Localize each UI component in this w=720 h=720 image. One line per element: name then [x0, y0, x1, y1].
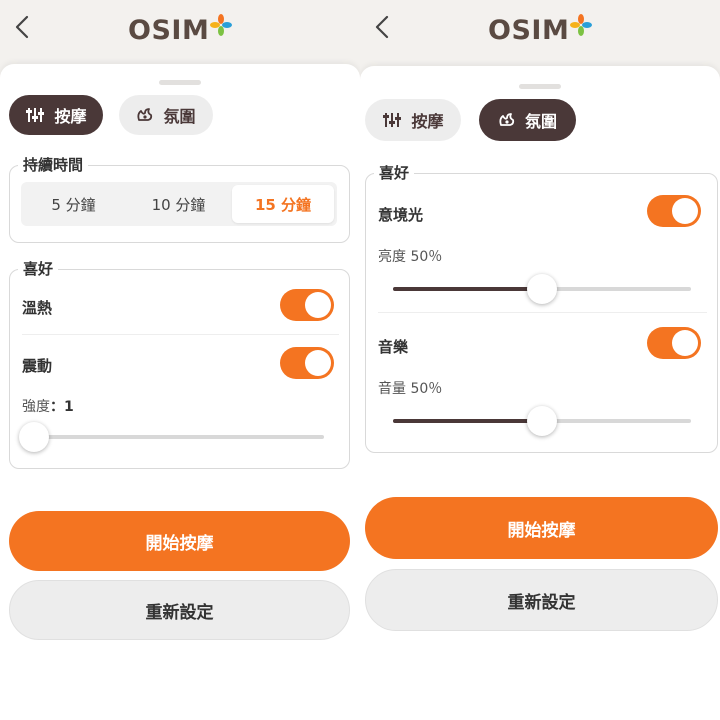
atmosphere-icon: [136, 107, 154, 123]
osim-logo: OSIM: [488, 14, 593, 46]
intensity-label: 強度: [22, 399, 50, 415]
intensity-slider-track: [34, 435, 324, 439]
brightness-slider-thumb[interactable]: [527, 274, 557, 304]
bottom-sheet: 按摩 氛圍 喜好 意境光 亮度 50％ 音樂 音量 50％ 開始按摩 重新設定: [360, 66, 720, 720]
intensity-separator: ：: [50, 399, 64, 415]
bottom-sheet: 按摩 氛圍 持續時間 5 分鐘 10 分鐘 15 分鐘 喜好 溫熱 震動 強度：…: [0, 64, 360, 720]
vibration-toggle[interactable]: [280, 347, 334, 379]
ambient-light-label: 意境光: [378, 206, 424, 224]
logo-text: OSIM: [488, 14, 570, 46]
atmosphere-icon: [498, 112, 516, 128]
heat-toggle-knob: [305, 292, 331, 318]
music-toggle[interactable]: [647, 327, 701, 359]
preferences-legend: 喜好: [374, 164, 415, 182]
volume-slider[interactable]: [393, 405, 691, 437]
brightness-label: 亮度 50％: [378, 249, 443, 265]
tab-massage[interactable]: 按摩: [9, 95, 103, 135]
tab-massage-label: 按摩: [54, 107, 87, 126]
heat-label: 溫熱: [22, 299, 53, 317]
duration-segmented-control: 5 分鐘 10 分鐘 15 分鐘: [21, 182, 337, 226]
massage-screen: OSIM 按摩 氛圍 持續時間 5 分鐘 10 分鐘 15 分鐘 喜好 溫熱 震…: [0, 0, 360, 720]
reset-button[interactable]: 重新設定: [9, 580, 350, 640]
back-chevron-icon[interactable]: [12, 14, 34, 40]
sliders-icon: [382, 112, 402, 128]
ambient-light-toggle[interactable]: [647, 195, 701, 227]
volume-slider-thumb[interactable]: [527, 406, 557, 436]
ambient-light-toggle-knob: [672, 198, 698, 224]
duration-option-10[interactable]: 10 分鐘: [126, 182, 231, 226]
intensity-label-row: 強度：1: [22, 396, 74, 416]
heat-toggle[interactable]: [280, 289, 334, 321]
start-massage-button[interactable]: 開始按摩: [365, 497, 718, 559]
tab-atmosphere[interactable]: 氛圍: [119, 95, 213, 135]
sheet-handle[interactable]: [519, 84, 561, 89]
volume-slider-fill: [393, 419, 542, 423]
tab-atmosphere-label: 氛圍: [163, 107, 196, 126]
intensity-slider[interactable]: [19, 421, 324, 453]
preferences-group: 喜好 意境光 亮度 50％ 音樂 音量 50％: [365, 164, 718, 453]
brightness-slider[interactable]: [393, 273, 691, 305]
intensity-slider-thumb[interactable]: [19, 422, 49, 452]
start-massage-button[interactable]: 開始按摩: [9, 511, 350, 571]
tab-massage-label: 按摩: [411, 112, 444, 131]
music-label: 音樂: [378, 338, 409, 356]
brightness-slider-fill: [393, 287, 542, 291]
logo-flower-icon: [570, 14, 593, 36]
preferences-group: 喜好 溫熱 震動 強度：1: [9, 260, 350, 469]
intensity-value: 1: [64, 399, 74, 415]
duration-option-5[interactable]: 5 分鐘: [21, 182, 126, 226]
logo-text: OSIM: [128, 14, 210, 46]
tab-atmosphere-label: 氛圍: [524, 112, 557, 131]
tab-massage[interactable]: 按摩: [365, 99, 461, 141]
volume-label: 音量 50％: [378, 381, 443, 397]
duration-group: 持續時間 5 分鐘 10 分鐘 15 分鐘: [9, 156, 350, 243]
divider: [378, 312, 707, 313]
duration-legend: 持續時間: [18, 156, 89, 174]
reset-button[interactable]: 重新設定: [365, 569, 718, 631]
divider: [22, 334, 339, 335]
atmosphere-screen: OSIM 按摩 氛圍 喜好 意境光 亮度 50％ 音樂 音量 50％ 開始按摩 …: [360, 0, 720, 720]
logo-flower-icon: [210, 14, 233, 36]
tab-atmosphere[interactable]: 氛圍: [479, 99, 576, 141]
sheet-handle[interactable]: [159, 80, 201, 85]
back-chevron-icon[interactable]: [372, 14, 394, 40]
duration-option-15[interactable]: 15 分鐘: [232, 185, 334, 223]
vibration-toggle-knob: [305, 350, 331, 376]
preferences-legend: 喜好: [18, 260, 59, 278]
vibration-label: 震動: [22, 357, 53, 375]
osim-logo: OSIM: [128, 14, 233, 46]
music-toggle-knob: [672, 330, 698, 356]
sliders-icon: [25, 107, 45, 123]
